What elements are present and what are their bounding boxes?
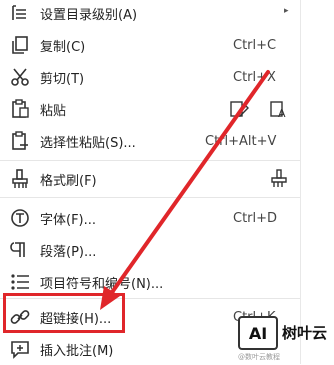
format-brush-icon <box>9 168 31 190</box>
menu-item-format-painter[interactable]: 格式刷(F) <box>0 163 300 195</box>
menu-border <box>300 0 301 364</box>
menu-item-label: 复制(C) <box>40 39 86 55</box>
menu-item-label: 粘贴 <box>40 103 67 119</box>
menu-item-label: 段落(P)... <box>40 244 97 260</box>
menu-item-paste[interactable]: 粘贴 A <box>0 93 300 125</box>
insert-comment-icon <box>9 338 31 360</box>
paste-special-icon <box>9 130 31 152</box>
watermark-logo: AI <box>238 316 278 350</box>
svg-text:A: A <box>278 107 286 120</box>
menu-item-set-toc-level[interactable]: 设置目录级别(A) ▸ <box>0 0 300 29</box>
paste-text-only-icon[interactable]: A <box>268 98 290 120</box>
menu-item-label: 选择性粘贴(S)... <box>40 135 136 151</box>
paste-keep-format-icon[interactable] <box>228 98 250 120</box>
menu-item-label: 剪切(T) <box>40 71 85 87</box>
menu-separator <box>0 160 300 161</box>
menu-item-label: 设置目录级别(A) <box>40 7 138 23</box>
toc-level-icon <box>9 2 31 24</box>
menu-item-shortcut: Ctrl+C <box>233 37 277 53</box>
menu-item-paste-special[interactable]: 选择性粘贴(S)... Ctrl+Alt+V <box>0 125 300 157</box>
paragraph-icon <box>9 239 31 261</box>
watermark: AI 树叶云 @数叶云教程 <box>238 312 334 362</box>
paste-icon <box>9 98 31 120</box>
scissors-icon <box>9 66 31 88</box>
menu-item-label: 字体(F)... <box>40 212 97 228</box>
menu-item-shortcut: Ctrl+Alt+V <box>205 133 277 149</box>
bullet-list-icon <box>9 271 31 293</box>
menu-item-label: 插入批注(M) <box>40 343 114 359</box>
menu-item-shortcut: Ctrl+X <box>233 69 276 85</box>
font-icon <box>9 207 31 229</box>
highlight-box <box>3 293 125 333</box>
menu-item-shortcut: Ctrl+D <box>233 210 278 226</box>
submenu-arrow-icon: ▸ <box>284 6 289 16</box>
menu-item-paragraph[interactable]: 段落(P)... <box>0 234 300 266</box>
watermark-text: 树叶云 <box>282 324 328 342</box>
menu-item-copy[interactable]: 复制(C) Ctrl+C <box>0 29 300 61</box>
copy-icon <box>9 34 31 56</box>
watermark-sub: @数叶云教程 <box>238 353 280 361</box>
menu-item-font[interactable]: 字体(F)... Ctrl+D <box>0 202 300 234</box>
menu-item-label: 项目符号和编号(N)... <box>40 276 164 292</box>
menu-separator <box>0 197 300 198</box>
format-brush-option-icon[interactable] <box>268 168 290 190</box>
menu-item-label: 格式刷(F) <box>40 173 97 189</box>
menu-item-cut[interactable]: 剪切(T) Ctrl+X <box>0 61 300 93</box>
